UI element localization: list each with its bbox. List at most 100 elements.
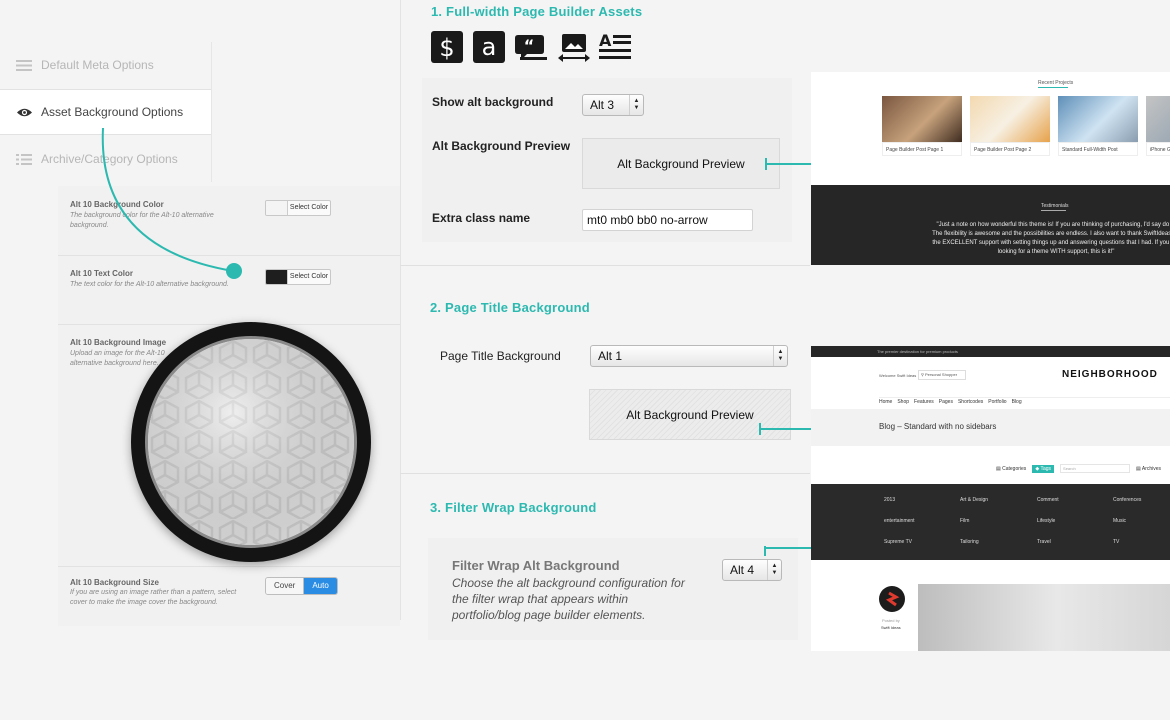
bg-size-toggle: Cover Auto	[265, 577, 338, 595]
tab-categories[interactable]: ▤ Categories	[996, 466, 1026, 472]
project-caption: Page Builder Post Page 2	[970, 142, 1050, 156]
color-swatch	[266, 270, 288, 284]
project-thumb[interactable]: iPhone Ga	[1146, 96, 1170, 158]
magnifier-lens	[131, 322, 371, 562]
cover-option[interactable]: Cover	[266, 578, 305, 594]
author-name: Swift Ideas	[881, 625, 901, 630]
option-title: Alt 10 Background Size	[70, 578, 159, 587]
project-caption: Page Builder Post Page 1	[882, 142, 962, 156]
show-alt-label: Show alt background	[432, 95, 554, 109]
post-image[interactable]	[918, 584, 1170, 651]
tag-item[interactable]: 2013	[884, 497, 895, 503]
page-title-bg-select[interactable]: Alt 1 ▲ ▼	[590, 345, 788, 367]
meta-tab-default[interactable]: Default Meta Options	[0, 42, 212, 88]
nav-divider	[879, 397, 1170, 398]
eye-icon	[16, 106, 32, 118]
select-value: Alt 1	[598, 349, 623, 363]
welcome-text: Welcome Swift Ideas	[879, 373, 917, 378]
option-title: Alt 10 Background Image	[70, 338, 167, 347]
list-icon	[16, 153, 32, 165]
select-color-button[interactable]: Select Color	[265, 200, 331, 216]
testimonial-quote: "Just a note on how wonderful this theme…	[932, 222, 1170, 255]
project-thumb[interactable]: Standard Full-Width Post	[1058, 96, 1138, 158]
preview-filter-wrap: ▤ Categories ◆ Tags Search ▤ Archives 20…	[811, 446, 1170, 651]
search-input[interactable]: Search	[1060, 464, 1131, 473]
nav-item[interactable]: Shop	[897, 399, 909, 405]
image-slider-icon[interactable]	[557, 33, 591, 63]
svg-text:“: “	[524, 36, 535, 55]
amazon-a-icon[interactable]: a	[473, 31, 505, 63]
project-thumb[interactable]: Page Builder Post Page 1	[882, 96, 962, 158]
filter-wrap-title: Filter Wrap Alt Background	[452, 558, 620, 573]
tag-item[interactable]: entertainment	[884, 518, 915, 524]
personal-shopper-link[interactable]: ⚲ Personal Shopper	[918, 370, 966, 380]
tab-archives[interactable]: ▤ Archives	[1136, 466, 1161, 472]
preview-recent-projects: Recent Projects Page Builder Post Page 1…	[811, 72, 1170, 265]
nav-item[interactable]: Pages	[939, 399, 953, 405]
shopper-label: Personal Shopper	[925, 372, 958, 377]
svg-text:a: a	[482, 33, 497, 61]
nav-item[interactable]: Features	[914, 399, 934, 405]
tag-item[interactable]: Art & Design	[960, 497, 988, 503]
filter-wrap-select[interactable]: Alt 4 ▲ ▼	[722, 559, 782, 581]
auto-option[interactable]: Auto	[304, 578, 337, 594]
search-icon: ⚲	[921, 372, 924, 377]
tag-item[interactable]: Tailoring	[960, 539, 979, 545]
nav-item[interactable]: Home	[879, 399, 892, 405]
project-caption: iPhone Ga	[1146, 142, 1170, 156]
select-color-button[interactable]: Select Color	[265, 269, 331, 285]
section-2-heading: 2. Page Title Background	[430, 300, 590, 315]
section-1-heading: 1. Full-width Page Builder Assets	[431, 4, 643, 19]
tab-tags[interactable]: ◆ Tags	[1032, 464, 1055, 473]
quote-icon[interactable]: “	[515, 33, 549, 63]
select-value: Alt 4	[730, 563, 755, 577]
nav-item[interactable]: Shortcodes	[958, 399, 983, 405]
project-image	[970, 96, 1050, 142]
nav-item[interactable]: Blog	[1012, 399, 1022, 405]
tag-item[interactable]: Film	[960, 518, 969, 524]
recent-projects-title: Recent Projects	[1038, 80, 1074, 86]
avatar	[879, 586, 905, 612]
connector-line	[101, 128, 242, 279]
filter-wrap-description: Choose the alt background configuration …	[452, 576, 685, 622]
tag-item[interactable]: Music	[1113, 518, 1126, 524]
preview-page-title: The premier destination for premium prod…	[811, 346, 1170, 446]
tag-item[interactable]: Travel	[1037, 539, 1051, 545]
tag-item[interactable]: Lifestyle	[1037, 518, 1055, 524]
tab-label: Tags	[1040, 465, 1052, 472]
preview-text: Alt Background Preview	[617, 156, 745, 171]
tag-item[interactable]: Supreme TV	[884, 539, 912, 545]
panel-divider	[400, 0, 401, 620]
project-image	[882, 96, 962, 142]
section-divider	[400, 265, 810, 266]
page-title-band: Blog – Standard with no sidebars	[811, 409, 1170, 446]
nav-item[interactable]: Portfolio	[988, 399, 1006, 405]
select-arrows-icon: ▲ ▼	[767, 560, 781, 580]
dollar-icon[interactable]: $	[431, 31, 463, 63]
tag-item[interactable]: Comment	[1037, 497, 1059, 503]
select-arrows-icon: ▲ ▼	[629, 95, 643, 115]
alt-background-preview: Alt Background Preview	[582, 138, 780, 189]
option-row-bg-size: Alt 10 Background Size If you are using …	[58, 567, 400, 626]
tag-filter-band: 2013 Art & Design Comment Conferences en…	[811, 484, 1170, 560]
svg-text:A: A	[599, 31, 612, 50]
select-color-label: Select Color	[289, 273, 329, 280]
title-underline	[1038, 87, 1068, 88]
project-image	[1146, 96, 1170, 142]
title-underline	[1041, 210, 1066, 211]
main-nav: Home Shop Features Pages Shortcodes Port…	[879, 399, 1022, 405]
page-title-text: Blog – Standard with no sidebars	[879, 422, 997, 431]
project-thumb[interactable]: Page Builder Post Page 2	[970, 96, 1050, 158]
extra-class-label: Extra class name	[432, 211, 531, 225]
extra-class-input[interactable]: mt0 mb0 bb0 no-arrow	[582, 209, 753, 231]
tag-item[interactable]: Conferences	[1113, 497, 1141, 503]
section-3-heading: 3. Filter Wrap Background	[430, 500, 597, 515]
show-alt-select[interactable]: Alt 3 ▲ ▼	[582, 94, 644, 116]
tag-item[interactable]: TV	[1113, 539, 1119, 545]
posted-by-label: Posted by	[882, 618, 900, 623]
preview-text: Alt Background Preview	[626, 407, 754, 422]
pattern-preview	[145, 336, 357, 548]
select-arrows-icon: ▲ ▼	[773, 346, 787, 366]
top-bar-text: The premier destination for premium prod…	[877, 349, 958, 354]
text-align-icon[interactable]: A	[599, 31, 633, 63]
